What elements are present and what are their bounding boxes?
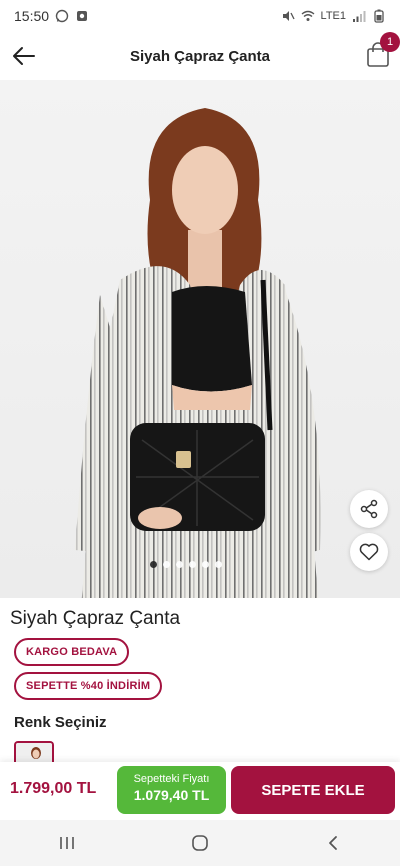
cart-count-badge: 1 — [380, 32, 400, 52]
status-bar: 15:50 LTE1 — [0, 0, 400, 32]
carousel-dot[interactable] — [150, 561, 157, 568]
carousel-dots — [150, 561, 222, 568]
battery-icon — [372, 9, 386, 23]
carousel-dot[interactable] — [163, 561, 170, 568]
cart-button[interactable]: 1 — [366, 32, 400, 68]
carousel-dot[interactable] — [215, 561, 222, 568]
carousel-dot[interactable] — [176, 561, 183, 568]
add-to-cart-button[interactable]: SEPETE EKLE — [231, 766, 395, 814]
arrow-left-icon — [13, 47, 35, 65]
product-price: 1.799,00 TL — [10, 780, 97, 797]
cart-price-box[interactable]: Sepetteki Fiyatı 1.079,40 TL — [117, 766, 226, 814]
cart-price-label: Sepetteki Fiyatı — [133, 773, 210, 785]
recent-apps-icon — [59, 837, 74, 849]
free-shipping-badge: KARGO BEDAVA — [14, 638, 130, 666]
purchase-bar: 1.799,00 TL Sepetteki Fiyatı 1.079,40 TL… — [0, 762, 400, 820]
carousel-dot[interactable] — [189, 561, 196, 568]
system-nav-bar — [0, 820, 400, 866]
app-notification-icon — [75, 9, 89, 23]
whatsapp-icon — [55, 9, 69, 23]
carousel-dot[interactable] — [202, 561, 209, 568]
heart-icon — [359, 543, 379, 561]
network-label: LTE1 — [320, 10, 346, 22]
cart-price-value: 1.079,40 TL — [133, 787, 210, 803]
signal-icon — [352, 9, 366, 23]
share-icon — [360, 499, 378, 519]
back-button[interactable] — [8, 40, 40, 72]
model-photo — [75, 108, 321, 598]
chevron-left-icon — [329, 836, 338, 850]
mute-icon — [281, 9, 295, 23]
recent-apps-button[interactable] — [47, 828, 87, 858]
wifi-icon — [301, 9, 315, 23]
nav-back-button[interactable] — [313, 828, 353, 858]
color-section-title: Renk Seçiniz — [14, 714, 107, 731]
home-icon — [192, 835, 208, 851]
home-button[interactable] — [180, 828, 220, 858]
favorite-button[interactable] — [350, 533, 388, 571]
product-name: Siyah Çapraz Çanta — [10, 608, 181, 629]
status-time: 15:50 — [14, 8, 50, 24]
page-title: Siyah Çapraz Çanta — [129, 47, 271, 65]
product-image[interactable] — [0, 80, 400, 598]
app-header: Siyah Çapraz Çanta 1 — [0, 32, 400, 80]
share-button[interactable] — [350, 490, 388, 528]
discount-badge: SEPETTE %40 İNDİRİM — [14, 672, 163, 700]
